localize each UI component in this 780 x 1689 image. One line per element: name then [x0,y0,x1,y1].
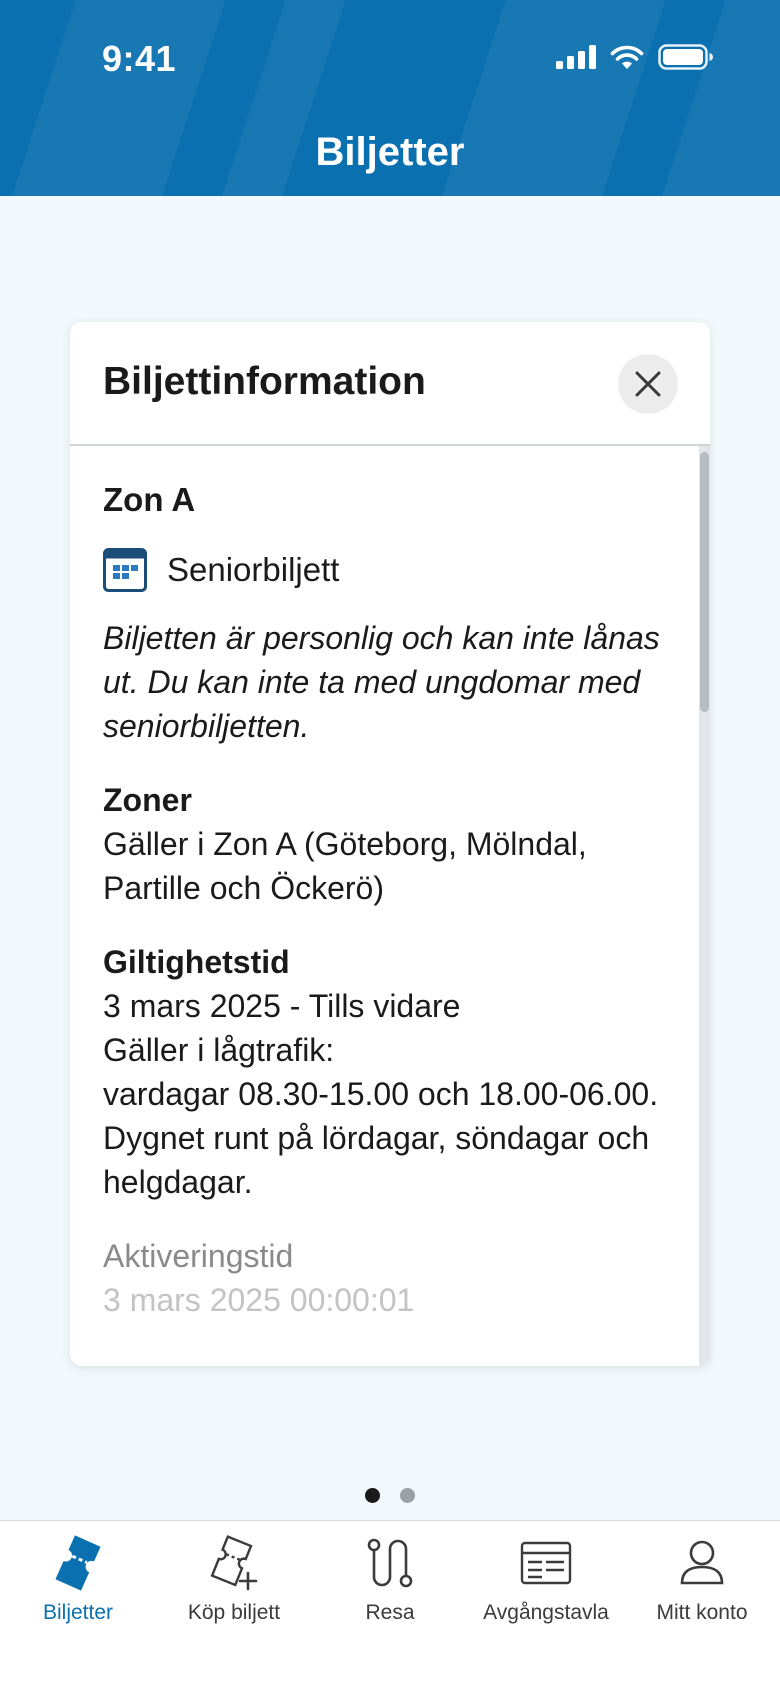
battery-icon [658,44,713,70]
close-button[interactable] [618,354,678,414]
tab-biljetter[interactable]: Biljetter [0,1521,156,1689]
dialog-title: Biljettinformation [103,360,426,403]
tab-label: Resa [365,1601,415,1624]
validity-offpeak-times: vardagar 08.30-15.00 och 18.00-06.00. Dy… [103,1076,659,1200]
status-icons [556,44,714,70]
buy-ticket-icon [210,1535,258,1591]
activation-value: 3 mars 2025 00:00:01 [103,1282,415,1318]
tab-label: Avgångstavla [483,1601,609,1624]
signal-icon [556,45,596,69]
account-icon [680,1540,724,1585]
page-dot-2[interactable] [400,1488,415,1503]
tab-label: Biljetter [42,1601,114,1624]
page-indicator [0,1488,780,1503]
zone-title: Zon A [103,481,196,518]
tab-mitt-konto[interactable]: Mitt konto [624,1521,780,1689]
page-dot-1[interactable] [365,1488,380,1503]
departure-board-icon [520,1541,572,1585]
validity-period: 3 mars 2025 - Tills vidare [103,988,461,1024]
close-icon [635,371,661,397]
ticket-icon [55,1535,101,1591]
tab-avgangstavla[interactable]: Avgångstavla [468,1521,624,1689]
scrollbar[interactable] [699,446,710,1366]
route-icon [367,1538,413,1588]
status-time: 9:41 [102,38,177,79]
validity-section: Giltighetstid 3 mars 2025 - Tills vidare… [103,940,670,1204]
tab-kop-biljett[interactable]: Köp biljett [156,1521,312,1689]
dialog-header: Biljettinformation [70,322,710,446]
tab-label: Mitt konto [656,1601,748,1624]
scrollbar-thumb[interactable] [700,452,709,712]
dialog-body[interactable]: Zon A Seniorbiljett Biljetten är personl… [70,446,710,1366]
activation-heading: Aktiveringstid [103,1238,294,1274]
validity-offpeak-label: Gäller i lågtrafik: [103,1032,335,1068]
tab-label: Köp biljett [187,1601,281,1624]
tab-resa[interactable]: Resa [312,1521,468,1689]
ticket-info-dialog: Biljettinformation Zon A Seniorbiljett B… [70,322,710,1366]
zones-value: Gäller i Zon A (Göteborg, Mölndal, Parti… [103,826,587,906]
wifi-icon [610,45,644,69]
app-header: 9:41 Biljetter [0,0,780,196]
ticket-note: Biljetten är personlig och kan inte låna… [103,620,660,744]
calendar-ticket-icon [103,548,147,592]
page-title: Biljetter [315,130,465,174]
activation-section: Aktiveringstid 3 mars 2025 00:00:01 [103,1234,670,1322]
tab-bar: Biljetter Köp biljett Resa Avgångstavla … [0,1520,780,1689]
ticket-type-row: Seniorbiljett [103,548,670,592]
zones-heading: Zoner [103,782,192,818]
validity-heading: Giltighetstid [103,944,290,980]
zones-section: Zoner Gäller i Zon A (Göteborg, Mölndal,… [103,778,670,910]
ticket-type-label: Seniorbiljett [167,551,340,588]
